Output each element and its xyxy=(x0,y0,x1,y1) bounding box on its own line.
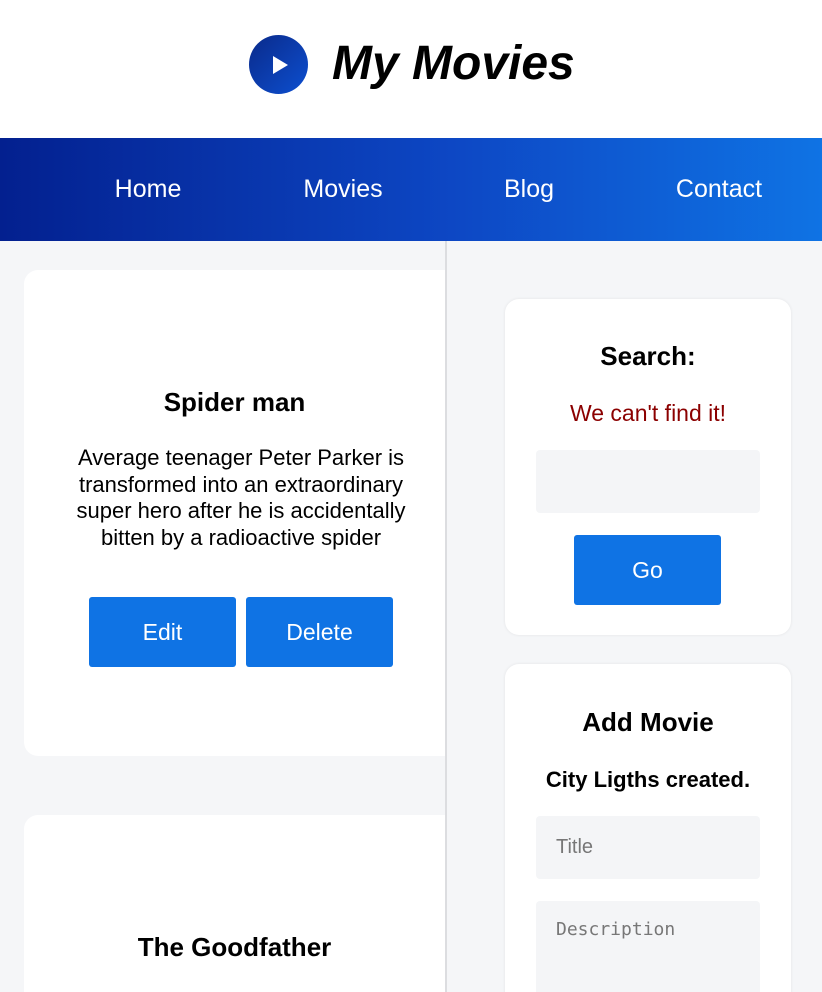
nav-item-blog[interactable]: Blog xyxy=(502,138,556,241)
site-header: My Movies xyxy=(0,0,822,138)
movie-card: Spider man Average teenager Peter Parker… xyxy=(24,270,445,756)
main-nav: Home Movies Blog Contact xyxy=(0,138,822,241)
column-divider xyxy=(445,241,447,992)
play-triangle xyxy=(273,56,288,74)
edit-button[interactable]: Edit xyxy=(89,597,236,667)
search-panel: Search: We can't find it! Go xyxy=(505,299,791,635)
title-input[interactable] xyxy=(536,816,760,879)
go-button[interactable]: Go xyxy=(574,535,721,605)
site-title[interactable]: My Movies xyxy=(332,36,575,92)
description-input[interactable] xyxy=(536,901,760,992)
add-movie-heading: Add Movie xyxy=(582,707,714,737)
movie-card: The Goodfather xyxy=(24,815,445,992)
success-message: City Ligths created. xyxy=(545,767,751,792)
search-heading: Search: xyxy=(600,341,696,371)
movie-title: The Goodfather xyxy=(137,932,332,962)
search-error-message: We can't find it! xyxy=(569,400,727,426)
add-movie-panel: Add Movie City Ligths created. xyxy=(505,664,791,992)
nav-item-home[interactable]: Home xyxy=(113,138,183,241)
play-icon[interactable] xyxy=(249,35,308,94)
movie-description: Average teenager Peter Parker is transfo… xyxy=(76,445,406,550)
movie-title: Spider man xyxy=(163,387,306,417)
nav-item-contact[interactable]: Contact xyxy=(673,138,765,241)
nav-item-movies[interactable]: Movies xyxy=(301,138,385,241)
delete-button[interactable]: Delete xyxy=(246,597,393,667)
search-input[interactable] xyxy=(536,450,760,513)
